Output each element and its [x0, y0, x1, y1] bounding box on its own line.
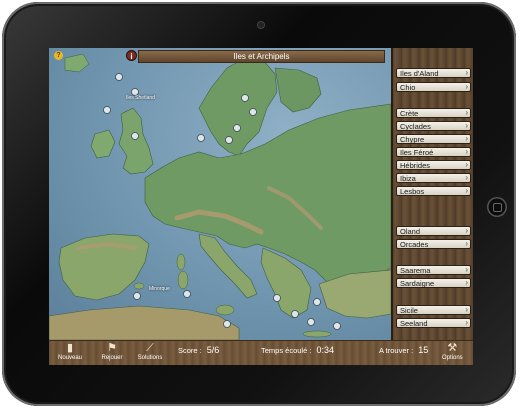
camera — [258, 22, 264, 28]
time-value: 0:34 — [316, 345, 334, 355]
great-britain-land — [118, 107, 154, 175]
bottom-toolbar: ▮ Nouveau ⚑ Rejouer ⟋ Solutions Score : 5… — [49, 340, 473, 365]
answer-item[interactable]: Lesbos — [396, 186, 471, 196]
answer-item[interactable]: Crète — [396, 108, 471, 118]
answer-panel: Iles d'Aland Chio Crète Cyclades Chypre … — [391, 48, 473, 340]
answer-item[interactable]: Oland — [396, 226, 471, 236]
north-africa-land — [49, 305, 240, 340]
map-label-minorque: Minorque — [149, 286, 170, 292]
balearic-island — [133, 282, 145, 290]
answer-item[interactable]: Orcades — [396, 239, 471, 249]
rejouer-button[interactable]: ⚑ Rejouer — [98, 342, 126, 361]
answer-item[interactable]: Hébrides — [396, 160, 471, 170]
game-screen: ? i Iles et Archipels Iles Shetland Mino… — [49, 48, 473, 365]
score-display: Score : 5/6 — [178, 345, 219, 355]
answer-item[interactable]: Chio — [396, 82, 471, 92]
scandinavia-land — [198, 57, 278, 157]
options-button[interactable]: ⚒ Options — [442, 342, 463, 361]
sicily-island — [215, 304, 235, 316]
nouveau-button[interactable]: ▮ Nouveau — [57, 342, 83, 361]
options-label: Options — [442, 355, 463, 361]
europe-map[interactable]: ? i Iles et Archipels Iles Shetland Mino… — [49, 48, 391, 340]
flag-icon: ⚑ — [107, 342, 117, 354]
map-graphic — [49, 53, 391, 340]
game-title: Iles et Archipels — [138, 50, 385, 63]
answer-item[interactable]: Chypre — [396, 134, 471, 144]
finland-land — [274, 67, 322, 113]
ireland-land — [90, 129, 116, 159]
answer-item[interactable]: Cyclades — [396, 121, 471, 131]
wand-icon: ⟋ — [146, 342, 154, 354]
help-icon[interactable]: ? — [54, 51, 63, 60]
answer-item[interactable]: Seeland — [396, 318, 471, 328]
crete-island — [302, 330, 332, 338]
answer-item[interactable]: Sardaigne — [396, 278, 471, 288]
rejouer-label: Rejouer — [101, 355, 123, 361]
wrench-icon: ⚒ — [447, 342, 458, 354]
answer-item[interactable]: Sicile — [396, 305, 471, 315]
answer-item[interactable]: Saarema — [396, 265, 471, 275]
answer-item[interactable]: Iles d'Aland — [396, 68, 471, 78]
home-button[interactable] — [487, 197, 507, 217]
answer-item[interactable]: Ibiza — [396, 173, 471, 183]
time-display: Temps écoulé : 0:34 — [261, 345, 334, 355]
solutions-label: Solutions — [137, 355, 163, 361]
info-icon[interactable]: i — [126, 50, 137, 61]
tablet-frame: ? i Iles et Archipels Iles Shetland Mino… — [2, 2, 516, 406]
map-label-shetland: Iles Shetland — [126, 95, 155, 101]
answer-item[interactable]: Iles Féroé — [396, 147, 471, 157]
solutions-button[interactable]: ⟋ Solutions — [134, 342, 166, 361]
sardinia-island — [177, 270, 189, 290]
score-value: 5/6 — [206, 345, 220, 355]
trash-icon: ▮ — [66, 342, 74, 354]
north-island-land — [64, 53, 90, 73]
remaining-value: 15 — [418, 345, 429, 355]
remaining-label: A trouver : — [379, 346, 414, 355]
remaining-display: A trouver : 15 — [379, 345, 428, 355]
corsica-island — [176, 253, 186, 271]
time-label: Temps écoulé : — [261, 346, 312, 355]
score-label: Score : — [178, 346, 202, 355]
nouveau-label: Nouveau — [57, 355, 83, 361]
